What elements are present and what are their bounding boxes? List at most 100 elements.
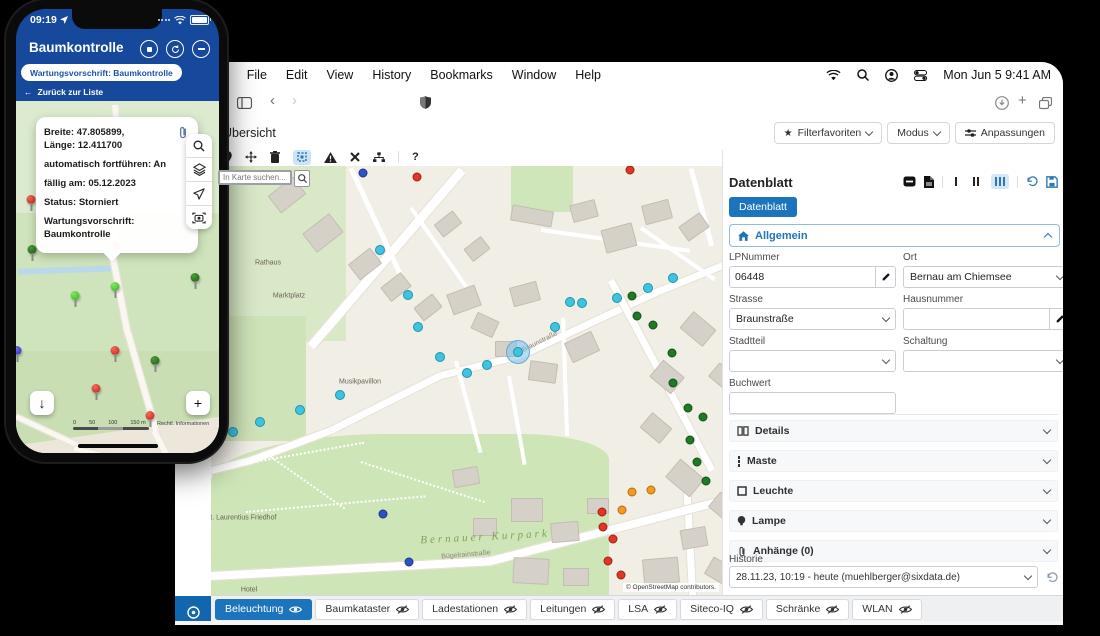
map-search-icon[interactable] — [294, 170, 310, 187]
accordion-maste[interactable]: Maste — [729, 450, 1058, 472]
forward-button[interactable]: › — [292, 92, 297, 109]
lpnummer-input[interactable] — [730, 271, 875, 283]
edit-pencil-icon[interactable] — [1049, 309, 1063, 329]
tab-datenblatt[interactable]: Datenblatt — [729, 197, 797, 217]
menu-window[interactable]: Window — [512, 68, 556, 82]
locate-icon[interactable] — [186, 182, 212, 206]
map-marker-sel[interactable] — [506, 340, 530, 364]
map-marker-cyan[interactable] — [612, 293, 622, 303]
tree-pin-dgreen[interactable] — [191, 273, 200, 282]
historie-select[interactable]: 28.11.23, 10:19 - heute (muehlberger@six… — [729, 566, 1038, 588]
tree-info-card[interactable]: Breite: 47.805899, Länge: 12.411700 auto… — [36, 117, 198, 253]
map-marker-cyan[interactable] — [550, 322, 560, 332]
tab-baumkataster[interactable]: Baumkataster — [315, 599, 419, 620]
map-search-input[interactable] — [218, 170, 292, 185]
menu-edit[interactable]: Edit — [286, 68, 308, 82]
map-marker-tree[interactable] — [668, 349, 677, 358]
map-marker-cyan[interactable] — [375, 245, 385, 255]
tree-pin-lgreen[interactable] — [71, 291, 80, 300]
map-marker-cyan[interactable] — [295, 405, 305, 415]
accordion-allgemein[interactable]: Allgemein — [729, 224, 1060, 247]
accordion-leuchte[interactable]: Leuchte — [729, 480, 1058, 502]
map-marker-red[interactable] — [598, 508, 607, 517]
stop-circle-icon[interactable] — [140, 40, 158, 58]
back-to-list-button[interactable]: ← Zurück zur Liste — [24, 87, 103, 97]
map-marker-tree[interactable] — [649, 321, 658, 330]
back-button[interactable]: ‹ — [270, 92, 275, 109]
menu-view[interactable]: View — [326, 68, 353, 82]
layout-1col-icon[interactable] — [951, 174, 961, 189]
map-marker-tree[interactable] — [669, 379, 678, 388]
map-marker-tree[interactable] — [684, 404, 693, 413]
map-marker-red[interactable] — [626, 166, 635, 175]
privacy-shield-icon[interactable] — [420, 96, 431, 109]
tree-pin-lgreen[interactable] — [111, 282, 120, 291]
phone-map[interactable]: Breite: 47.805899, Länge: 12.411700 auto… — [16, 101, 219, 453]
map-marker-orange[interactable] — [618, 506, 627, 515]
map-marker-cyan[interactable] — [668, 273, 678, 283]
tab-siteco-iq[interactable]: Siteco-IQ — [680, 599, 763, 620]
menu-bookmarks[interactable]: Bookmarks — [430, 68, 493, 82]
accordion-details[interactable]: Details — [729, 420, 1058, 442]
map-marker-red[interactable] — [413, 173, 422, 182]
report-document-icon[interactable] — [924, 176, 934, 188]
help-button[interactable]: ? — [412, 151, 419, 163]
move-tool-icon[interactable] — [245, 151, 257, 163]
map-marker-red[interactable] — [609, 535, 618, 544]
map-marker-cyan[interactable] — [565, 297, 575, 307]
map-marker-tree[interactable] — [686, 436, 695, 445]
map-attribution[interactable]: © OpenStreetMap contributors. — [623, 583, 719, 592]
zoom-in-button[interactable]: + — [186, 391, 210, 415]
home-indicator[interactable] — [78, 444, 158, 449]
control-center-icon[interactable] — [914, 70, 927, 81]
map-marker-tree[interactable] — [693, 458, 702, 467]
menu-history[interactable]: History — [372, 68, 411, 82]
tree-pin-dgreen[interactable] — [28, 245, 37, 254]
layout-3col-icon[interactable] — [991, 174, 1009, 189]
strasse-select[interactable]: Braunstraße — [729, 308, 896, 330]
collapse-panel-icon[interactable] — [903, 176, 916, 187]
map-marker-red[interactable] — [604, 557, 613, 566]
schaltung-select[interactable] — [903, 350, 1063, 372]
tab-wlan[interactable]: WLAN — [852, 599, 921, 620]
map-marker-tree[interactable] — [702, 477, 711, 486]
map-marker-cyan[interactable] — [577, 298, 587, 308]
tab-lsa[interactable]: LSA — [618, 599, 677, 620]
phone-search-icon[interactable] — [186, 134, 212, 158]
map-marker-tree[interactable] — [633, 312, 642, 321]
stadtteil-select[interactable] — [729, 350, 896, 372]
tree-pin-red[interactable] — [92, 384, 101, 393]
tab-ladestationen[interactable]: Ladestationen — [422, 599, 527, 620]
refresh-circle-icon[interactable] — [166, 40, 184, 58]
map-marker-blue[interactable] — [405, 558, 414, 567]
osm-map[interactable]: © OpenStreetMap contributors. Bernauer K… — [211, 166, 722, 595]
tree-pin-red[interactable] — [146, 411, 155, 420]
tab-beleuchtung[interactable]: Beleuchtung — [215, 599, 312, 620]
layers-icon[interactable] — [186, 158, 212, 182]
ort-select[interactable]: Bernau am Chiemsee — [903, 266, 1063, 288]
map-marker-cyan[interactable] — [335, 390, 345, 400]
save-icon[interactable] — [1046, 176, 1058, 188]
map-marker-cyan[interactable] — [228, 427, 238, 437]
spotlight-search-icon[interactable] — [857, 69, 869, 81]
sidebar-toggle-icon[interactable] — [237, 97, 252, 109]
menu-file[interactable]: File — [247, 68, 267, 82]
hausnummer-input[interactable] — [904, 313, 1049, 325]
modus-button[interactable]: Modus — [887, 122, 950, 144]
tab-leitungen[interactable]: Leitungen — [530, 599, 615, 620]
map-marker-cyan[interactable] — [255, 417, 265, 427]
anpassungen-button[interactable]: Anpassungen — [955, 122, 1055, 144]
map-marker-cyan[interactable] — [482, 360, 492, 370]
layout-2col-icon[interactable] — [969, 174, 983, 189]
tree-pin-dgreen[interactable] — [151, 356, 160, 365]
buchwert-input[interactable] — [730, 397, 895, 409]
tab-overview-icon[interactable] — [1039, 97, 1052, 110]
wifi-icon[interactable] — [826, 70, 841, 81]
status-circle-icon[interactable] — [187, 606, 200, 619]
user-menu-icon[interactable] — [885, 69, 898, 82]
edit-pencil-icon[interactable] — [875, 267, 895, 287]
map-marker-blue[interactable] — [379, 510, 388, 519]
map-marker-tree[interactable] — [699, 413, 708, 422]
map-marker-orange[interactable] — [628, 488, 637, 497]
filterfavoriten-button[interactable]: ★ Filterfavoriten — [774, 122, 883, 144]
